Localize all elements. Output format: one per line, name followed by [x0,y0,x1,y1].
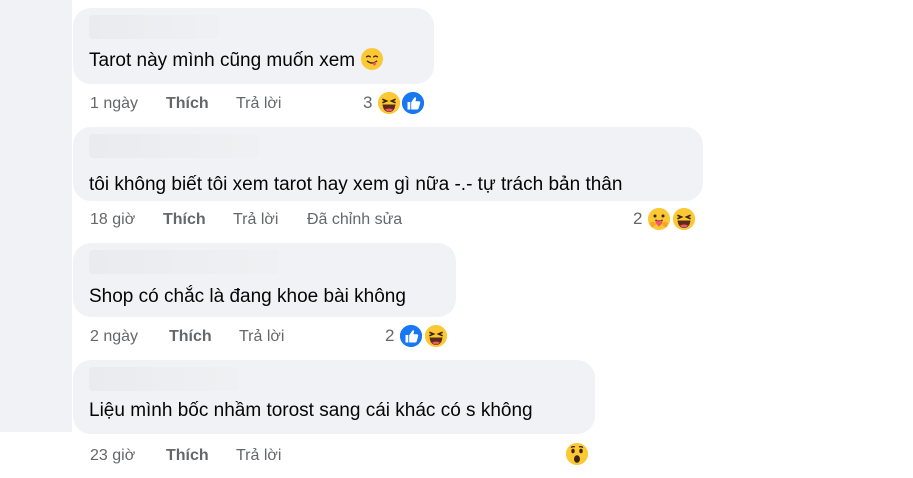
comment-2: tôi không biết tôi xem tarot hay xem gì … [0,120,913,240]
like-icon [398,323,424,349]
wow-icon [564,441,590,467]
care-icon [646,206,672,232]
reply-button[interactable]: Trả lời [233,211,278,229]
reaction-count: 2 [385,326,395,345]
commenter-name-blurred[interactable] [89,15,219,39]
commenter-name-blurred[interactable] [89,134,259,158]
like-icon [400,90,426,116]
reaction-summary[interactable]: 2 [385,323,453,349]
comment-4: Liệu mình bốc nhầm torost sang cái khác … [0,360,913,478]
like-button[interactable]: Thích [169,328,212,346]
commenter-name-blurred[interactable] [89,367,239,391]
comment-bubble[interactable]: Liệu mình bốc nhầm torost sang cái khác … [73,360,595,434]
timestamp-link[interactable]: 23 giờ [90,447,135,465]
reaction-count: 3 [363,93,373,112]
haha-icon [671,206,697,232]
timestamp-link[interactable]: 1 ngày [90,95,138,113]
reaction-summary[interactable] [562,441,596,467]
timestamp-link[interactable]: 2 ngày [90,328,138,346]
reaction-count: 2 [633,209,643,228]
comment-text: tôi không biết tôi xem tarot hay xem gì … [89,174,623,195]
comment-bubble[interactable]: Tarot này mình cũng muốn xem [73,8,434,84]
haha-icon [376,90,402,116]
edited-label[interactable]: Đã chỉnh sửa [307,211,402,229]
like-button[interactable]: Thích [166,447,209,465]
reaction-summary[interactable]: 3 [363,90,431,116]
comment-bubble[interactable]: tôi không biết tôi xem tarot hay xem gì … [73,127,703,201]
commenter-name-blurred[interactable] [89,250,279,274]
reaction-summary[interactable]: 2 [633,206,701,232]
like-button[interactable]: Thích [166,95,209,113]
comment-bubble[interactable]: Shop có chắc là đang khoe bài không [73,243,456,317]
reply-button[interactable]: Trả lời [236,95,281,113]
comment-1: Tarot này mình cũng muốn xem 1 ngày Thíc… [0,0,913,120]
reply-button[interactable]: Trả lời [236,447,281,465]
comment-text: Shop có chắc là đang khoe bài không [89,286,406,307]
comment-3: Shop có chắc là đang khoe bài không 2 ng… [0,240,913,360]
like-button[interactable]: Thích [163,211,206,229]
comment-text: Liệu mình bốc nhầm torost sang cái khác … [89,400,533,421]
timestamp-link[interactable]: 18 giờ [90,211,135,229]
comment-text: Tarot này mình cũng muốn xem [89,50,356,71]
haha-icon [423,323,449,349]
reply-button[interactable]: Trả lời [239,328,284,346]
yum-face-icon [361,48,383,70]
